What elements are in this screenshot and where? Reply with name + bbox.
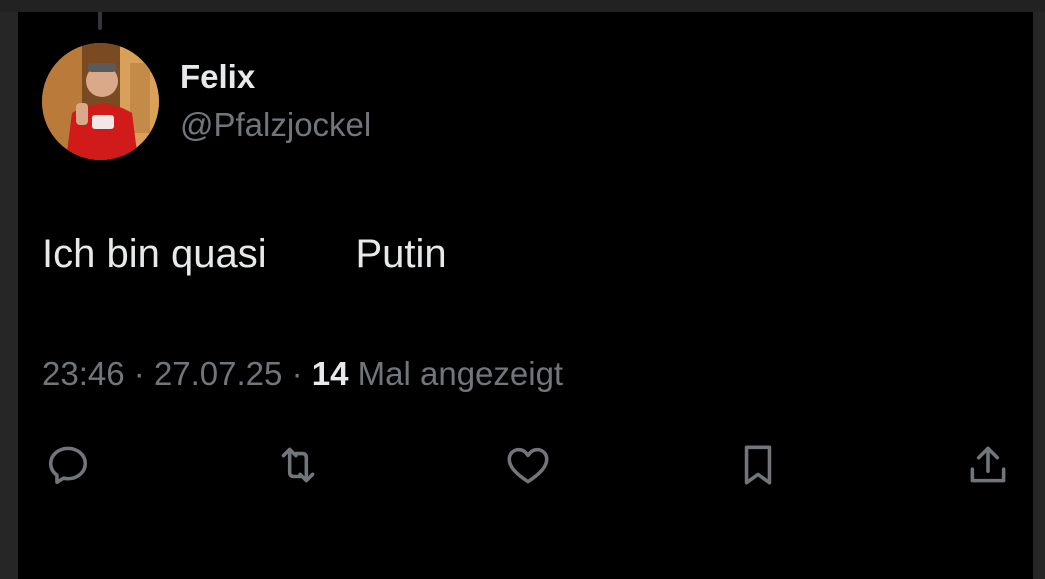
like-icon bbox=[507, 447, 549, 484]
meta-separator: · bbox=[291, 355, 303, 392]
retweet-button[interactable] bbox=[271, 440, 325, 490]
tweet-meta: 23:46 · 27.07.25 · 14 Mal angezeigt bbox=[42, 355, 563, 393]
tweet-card: Felix @Pfalzjockel Ich bin quasi Putin 2… bbox=[18, 12, 1033, 579]
meta-separator: · bbox=[133, 355, 145, 392]
screenshot-right-edge bbox=[1033, 12, 1045, 579]
share-button[interactable] bbox=[961, 440, 1015, 490]
views-label: Mal angezeigt bbox=[357, 355, 564, 392]
views-count: 14 bbox=[311, 355, 349, 392]
bookmark-button[interactable] bbox=[731, 440, 785, 490]
retweet-icon bbox=[281, 447, 315, 483]
share-icon bbox=[970, 446, 1006, 483]
bookmark-icon bbox=[744, 445, 772, 485]
like-button[interactable] bbox=[501, 440, 555, 490]
tweet-text: Ich bin quasi Putin bbox=[42, 232, 447, 276]
screenshot-top-edge bbox=[0, 0, 1045, 12]
reply-button[interactable] bbox=[41, 440, 95, 490]
avatar[interactable] bbox=[42, 43, 159, 160]
author-handle[interactable]: @Pfalzjockel bbox=[180, 106, 371, 144]
screenshot-left-edge bbox=[0, 12, 18, 579]
reply-icon bbox=[48, 446, 88, 485]
tweet-date[interactable]: 27.07.25 bbox=[154, 355, 282, 392]
thread-line bbox=[98, 12, 102, 30]
avatar-image bbox=[42, 43, 159, 160]
tweet-time[interactable]: 23:46 bbox=[42, 355, 125, 392]
author-name[interactable]: Felix bbox=[180, 58, 255, 96]
